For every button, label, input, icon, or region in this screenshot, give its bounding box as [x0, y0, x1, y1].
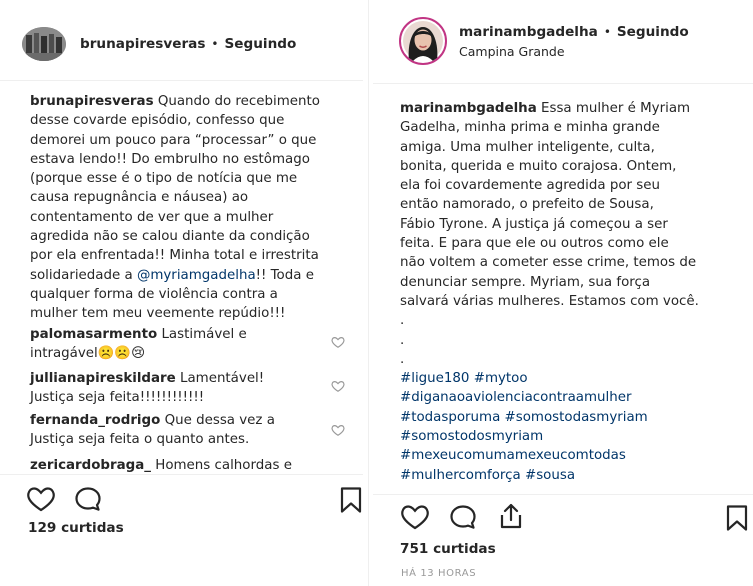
likes-count[interactable]: 751 curtidas — [400, 541, 496, 557]
caption-line: desse covarde episódio, confesso que — [30, 113, 285, 129]
comment-heart-icon[interactable] — [331, 423, 345, 437]
comment-heart-icon[interactable] — [331, 379, 345, 393]
bookmark-icon[interactable] — [339, 486, 363, 514]
heart-icon[interactable] — [401, 504, 429, 530]
avatar-photo — [403, 21, 443, 61]
heart-icon[interactable] — [27, 486, 55, 512]
hashtag-link[interactable]: #mytoo — [474, 371, 528, 386]
hashtag-link[interactable]: #ligue180 — [400, 371, 469, 386]
comment-username[interactable]: palomasarmento — [30, 327, 157, 342]
right-post-header: marinambgadelha • Seguindo Campina Grand… — [373, 16, 753, 66]
hashtag-link[interactable]: #diganaoaviolenciacontraamulher — [400, 390, 632, 405]
post-caption: marinambgadelha Essa mulher é Myriam Gad… — [400, 99, 750, 485]
avatar[interactable] — [22, 27, 66, 61]
comment-icon[interactable] — [74, 486, 102, 512]
caption-line: causa repugnância e náusea) ao — [30, 190, 249, 206]
caption-line: bonita, querida e muito corajosa. Ontem, — [400, 158, 677, 174]
caption-line: denunciar sempre. Myriam, sua força — [400, 274, 651, 290]
caption-line: demorei um pouco para “processar” o que — [30, 132, 317, 148]
comment-icon[interactable] — [449, 504, 477, 530]
avatar-photo — [22, 27, 66, 61]
left-post: brunapiresveras • Seguindo brunapiresver… — [0, 0, 363, 586]
actions-divider — [373, 494, 753, 495]
follow-separator: • — [211, 37, 219, 51]
comment-text: Homens calhordas e — [155, 458, 292, 472]
caption-line: Quando do recebimento — [157, 94, 320, 109]
bookmark-icon[interactable] — [725, 504, 749, 532]
caption-line: Essa mulher é Myriam — [541, 101, 691, 116]
comment-text: Lamentável! — [180, 371, 265, 386]
caption-author[interactable]: brunapiresveras — [30, 94, 154, 109]
caption-line: mulher tem meu veemente repúdio!!! — [30, 306, 286, 322]
actions-divider — [0, 474, 363, 475]
hashtag-link[interactable]: #somostodosmyriam — [400, 429, 543, 444]
following-button[interactable]: Seguindo — [617, 24, 689, 40]
caption-line: não voltem a cometer esse crime, temos d… — [400, 255, 697, 271]
right-post: marinambgadelha • Seguindo Campina Grand… — [373, 0, 753, 586]
likes-count[interactable]: 129 curtidas — [28, 520, 124, 536]
comment-text: Justiça seja feita!!!!!!!!!!!! — [30, 390, 205, 406]
comment-text: intragável☹️☹️😢 — [30, 346, 146, 362]
caption-line: ela foi covardemente agredida por seu — [400, 178, 661, 194]
caption-line: Gadelha, minha prima e minha grande — [400, 120, 660, 136]
comment-username[interactable]: zericardobraga_ — [30, 458, 151, 472]
panel-divider — [368, 0, 369, 586]
caption-dot: . — [400, 351, 405, 367]
hashtag-link[interactable]: #somostodasmyriam — [505, 410, 648, 425]
header-divider — [373, 83, 753, 84]
comment-text: Lastimável e — [161, 327, 247, 342]
caption-line: !! Toda e — [255, 267, 314, 283]
comment-heart-icon[interactable] — [331, 335, 345, 349]
hashtag-link[interactable]: #mulhercomforça — [400, 468, 521, 483]
caption-line: salvará várias mulheres. Estamos com voc… — [400, 293, 699, 309]
caption-dot: . — [400, 313, 405, 329]
caption-line: por ela enfrentada!! Minha total e irres… — [30, 248, 319, 264]
avatar[interactable] — [399, 17, 447, 65]
post-caption: brunapiresveras Quando do recebimento de… — [30, 92, 360, 324]
comment-item: jullianapireskildare Lamentável! Justiça… — [30, 369, 363, 408]
follow-separator: • — [603, 24, 611, 39]
caption-line: qualquer forma de violência contra a — [30, 286, 278, 302]
comment-username[interactable]: fernanda_rodrigo — [30, 413, 160, 428]
caption-dot: . — [400, 332, 405, 348]
hashtag-link[interactable]: #sousa — [525, 468, 575, 483]
caption-line: feita. E para que ele ou outros como ele — [400, 236, 669, 252]
caption-line: amiga. Uma mulher inteligente, culta, — [400, 139, 655, 155]
hashtag-link[interactable]: #todasporuma — [400, 410, 500, 425]
left-post-header: brunapiresveras • Seguindo — [0, 24, 363, 64]
post-timestamp[interactable]: HÁ 13 HORAS — [401, 568, 476, 579]
caption-author[interactable]: marinambgadelha — [400, 101, 537, 116]
caption-line: contentamento de ver que a mulher — [30, 209, 274, 225]
comment-item: zericardobraga_ Homens calhordas e — [30, 456, 363, 472]
following-button[interactable]: Seguindo — [225, 36, 297, 52]
caption-line: solidariedade a — [30, 267, 137, 283]
caption-line: então namorado, o prefeito de Sousa, — [400, 197, 654, 213]
post-username[interactable]: brunapiresveras — [80, 36, 205, 52]
post-location[interactable]: Campina Grande — [459, 44, 689, 59]
caption-line: Fábio Tyrone. A justiça já começou a ser — [400, 216, 668, 232]
hashtag-link[interactable]: #mexeucomumamexeucomtodas — [400, 448, 626, 463]
caption-line: estava lendo!! Do embrulho no estômago — [30, 151, 310, 167]
caption-line: agredida não se calou diante da condição — [30, 229, 310, 245]
comment-item: fernanda_rodrigo Que dessa vez a Justiça… — [30, 411, 363, 450]
post-username[interactable]: marinambgadelha — [459, 24, 598, 40]
header-divider — [0, 80, 363, 81]
mention-link[interactable]: @myriamgadelha — [137, 268, 256, 283]
comment-text: Que dessa vez a — [164, 413, 275, 428]
comment-text: Justiça seja feita o quanto antes. — [30, 432, 250, 448]
comment-item: palomasarmento Lastimável e intragável☹️… — [30, 325, 363, 364]
share-icon[interactable] — [498, 502, 524, 530]
comment-username[interactable]: jullianapireskildare — [30, 371, 176, 386]
caption-line: (porque esse é o tipo de notícia que me — [30, 171, 298, 187]
